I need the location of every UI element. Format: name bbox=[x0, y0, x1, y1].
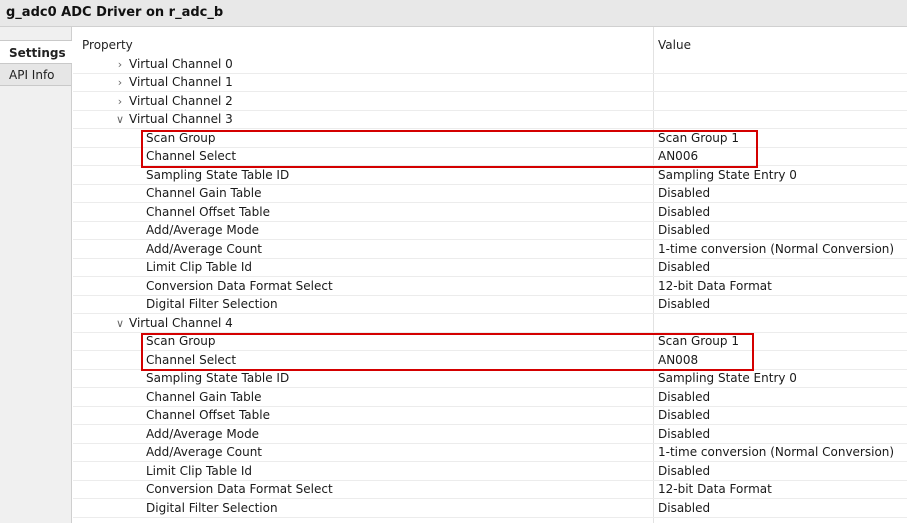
property-row[interactable]: Add/Average Count 1-time conversion (Norm… bbox=[73, 241, 907, 259]
property-value[interactable]: Sampling State Entry 0 bbox=[658, 167, 797, 184]
property-row[interactable]: Add/Average Mode Disabled bbox=[73, 426, 907, 444]
property-row[interactable]: Channel Offset Table Disabled bbox=[73, 204, 907, 222]
table-header: Property Value bbox=[73, 27, 907, 55]
property-name: Conversion Data Format Select bbox=[146, 482, 333, 496]
channel-label-cell: › Virtual Channel 0 bbox=[115, 56, 233, 73]
property-row[interactable]: Add/Average Count 1-time conversion (Norm… bbox=[73, 444, 907, 462]
property-row[interactable]: Limit Clip Table Id Disabled bbox=[73, 463, 907, 481]
property-name: Limit Clip Table Id bbox=[146, 463, 253, 478]
window-title: g_adc0 ADC Driver on r_adc_b bbox=[0, 0, 907, 27]
tab-settings[interactable]: Settings bbox=[0, 40, 72, 64]
property-name: Scan Group bbox=[146, 130, 216, 145]
property-name: Channel Offset Table bbox=[146, 204, 270, 219]
channel-label: Virtual Channel 1 bbox=[129, 75, 233, 89]
channel-label: Virtual Channel 2 bbox=[129, 93, 233, 108]
property-row[interactable]: Channel Select AN006 bbox=[73, 148, 907, 166]
property-name: Channel Gain Table bbox=[146, 186, 262, 200]
property-value[interactable]: Disabled bbox=[658, 185, 710, 202]
property-value[interactable]: Disabled bbox=[658, 407, 710, 424]
property-row[interactable]: Add/Average Mode Disabled bbox=[73, 222, 907, 240]
property-value[interactable]: Disabled bbox=[658, 204, 710, 221]
chevron-right-icon[interactable]: › bbox=[115, 74, 125, 91]
property-row[interactable]: Channel Gain Table Disabled bbox=[73, 185, 907, 203]
property-row[interactable]: Conversion Data Format Select 12-bit Data… bbox=[73, 278, 907, 296]
channel-label-cell: ∨ Virtual Channel 3 bbox=[115, 111, 233, 128]
property-value[interactable]: AN006 bbox=[658, 148, 698, 165]
property-value[interactable]: Disabled bbox=[658, 222, 710, 239]
property-row[interactable]: Channel Gain Table Disabled bbox=[73, 389, 907, 407]
property-name: Channel Select bbox=[146, 149, 237, 163]
property-name: Channel Select bbox=[146, 352, 237, 367]
property-name: Sampling State Table ID bbox=[146, 371, 290, 385]
property-grid: Property Value › Virtual Channel 0 › Virtua… bbox=[73, 27, 907, 523]
property-name: Add/Average Mode bbox=[146, 426, 260, 441]
property-row[interactable]: Sampling State Table ID Sampling State En… bbox=[73, 167, 907, 185]
property-name: Scan Group bbox=[146, 334, 216, 348]
channel-label-cell: › Virtual Channel 1 bbox=[115, 74, 233, 91]
property-row[interactable]: Channel Offset Table Disabled bbox=[73, 407, 907, 425]
property-name: Channel Offset Table bbox=[146, 408, 270, 422]
channel-label: Virtual Channel 3 bbox=[129, 112, 233, 126]
side-tab-bar: Settings API Info bbox=[0, 27, 72, 523]
property-row[interactable]: Digital Filter Selection Disabled bbox=[73, 296, 907, 314]
property-name: Add/Average Count bbox=[146, 241, 263, 256]
property-name: Digital Filter Selection bbox=[146, 297, 278, 311]
property-value[interactable]: Disabled bbox=[658, 259, 710, 276]
property-name: Conversion Data Format Select bbox=[146, 278, 333, 293]
property-column-header[interactable]: Property bbox=[82, 38, 133, 52]
property-value[interactable]: Disabled bbox=[658, 426, 710, 443]
value-column-header[interactable]: Value bbox=[658, 38, 691, 52]
chevron-right-icon[interactable]: › bbox=[115, 93, 125, 110]
property-value[interactable]: Disabled bbox=[658, 389, 710, 406]
channel-row[interactable]: › Virtual Channel 0 bbox=[73, 56, 907, 74]
property-row[interactable]: Sampling State Table ID Sampling State En… bbox=[73, 370, 907, 388]
channel-label: Virtual Channel 0 bbox=[129, 56, 233, 71]
property-value[interactable]: 1-time conversion (Normal Conversion) bbox=[658, 444, 894, 461]
channel-row[interactable]: › Virtual Channel 2 bbox=[73, 93, 907, 111]
property-name: Sampling State Table ID bbox=[146, 167, 290, 182]
property-row[interactable]: Limit Clip Table Id Disabled bbox=[73, 259, 907, 277]
chevron-down-icon[interactable]: ∨ bbox=[115, 111, 125, 128]
property-value[interactable]: 1-time conversion (Normal Conversion) bbox=[658, 241, 894, 258]
property-value[interactable]: Disabled bbox=[658, 296, 710, 313]
tab-api-info[interactable]: API Info bbox=[0, 64, 71, 86]
channel-row[interactable]: ∨ Virtual Channel 4 bbox=[73, 315, 907, 333]
property-row[interactable]: Scan Group Scan Group 1 bbox=[73, 130, 907, 148]
property-row[interactable]: Digital Filter Selection Disabled bbox=[73, 500, 907, 518]
property-value[interactable]: 12-bit Data Format bbox=[658, 278, 772, 295]
channel-label: Virtual Channel 4 bbox=[129, 315, 233, 330]
property-name: Add/Average Mode bbox=[146, 223, 260, 237]
property-value[interactable]: 12-bit Data Format bbox=[658, 481, 772, 498]
property-value[interactable]: Scan Group 1 bbox=[658, 333, 739, 350]
channel-row[interactable]: › Virtual Channel 1 bbox=[73, 74, 907, 92]
property-value[interactable]: Disabled bbox=[658, 463, 710, 480]
channel-row[interactable]: ∨ Virtual Channel 3 bbox=[73, 111, 907, 129]
property-row[interactable]: Conversion Data Format Select 12-bit Data… bbox=[73, 481, 907, 499]
property-value[interactable]: Sampling State Entry 0 bbox=[658, 370, 797, 387]
property-row[interactable]: Scan Group Scan Group 1 bbox=[73, 333, 907, 351]
property-value[interactable]: Scan Group 1 bbox=[658, 130, 739, 147]
chevron-right-icon[interactable]: › bbox=[115, 56, 125, 73]
property-name: Limit Clip Table Id bbox=[146, 260, 253, 274]
property-row[interactable]: Channel Select AN008 bbox=[73, 352, 907, 370]
channel-label-cell: ∨ Virtual Channel 4 bbox=[115, 315, 233, 332]
property-name: Digital Filter Selection bbox=[146, 500, 278, 515]
property-name: Channel Gain Table bbox=[146, 389, 262, 404]
channel-label-cell: › Virtual Channel 2 bbox=[115, 93, 233, 110]
chevron-down-icon[interactable]: ∨ bbox=[115, 315, 125, 332]
property-name: Add/Average Count bbox=[146, 445, 263, 459]
property-value[interactable]: Disabled bbox=[658, 500, 710, 517]
property-value[interactable]: AN008 bbox=[658, 352, 698, 369]
